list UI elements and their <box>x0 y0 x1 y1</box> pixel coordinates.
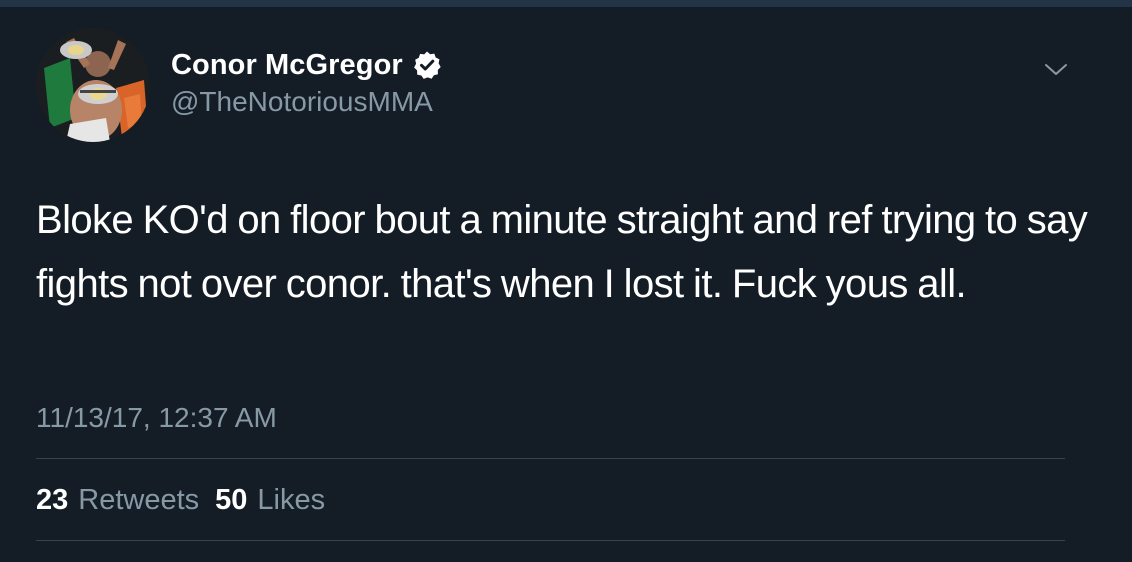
retweets-count: 23 <box>36 484 69 516</box>
verified-badge-icon <box>412 50 442 80</box>
divider <box>36 458 1065 459</box>
retweets-stat[interactable]: 23 Retweets <box>36 484 199 517</box>
author-handle[interactable]: @TheNotoriousMMA <box>171 86 433 118</box>
likes-stat[interactable]: 50 Likes <box>215 484 325 517</box>
tweet-stats: 23 Retweets 50 Likes <box>36 484 325 517</box>
avatar[interactable] <box>36 28 150 142</box>
retweets-label: Retweets <box>78 484 200 516</box>
top-bar <box>0 0 1132 7</box>
author-name-row: Conor McGregor <box>171 46 442 84</box>
display-name[interactable]: Conor McGregor <box>171 49 403 82</box>
profile-photo-icon <box>36 28 150 142</box>
likes-label: Likes <box>257 484 326 516</box>
likes-count: 50 <box>215 484 248 516</box>
chevron-down-icon[interactable] <box>1042 60 1070 80</box>
tweet-text: Bloke KO'd on floor bout a minute straig… <box>36 198 1088 306</box>
tweet-timestamp[interactable]: 11/13/17, 12:37 AM <box>36 402 277 434</box>
divider <box>36 540 1065 541</box>
